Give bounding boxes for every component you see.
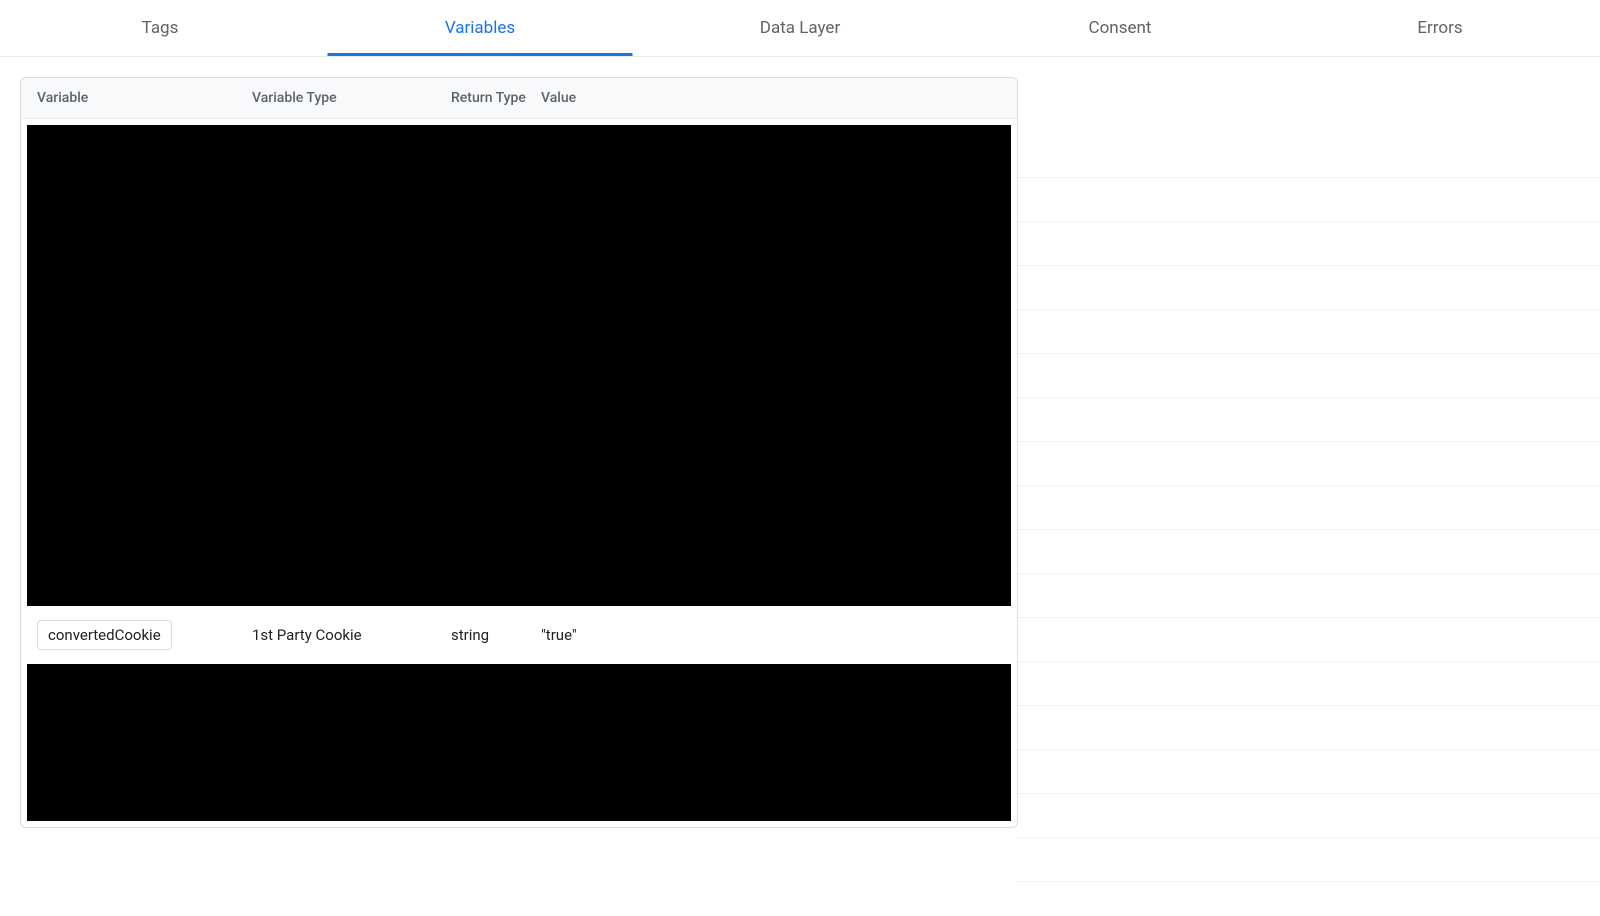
cell-variable: convertedCookie [37, 620, 252, 650]
background-row [1018, 838, 1600, 882]
table-row[interactable]: convertedCookie 1st Party Cookie string … [21, 612, 1017, 658]
redacted-content-bottom [27, 664, 1011, 821]
background-row [1018, 178, 1600, 222]
background-row [1018, 618, 1600, 662]
background-row [1018, 574, 1600, 618]
background-row [1018, 662, 1600, 706]
background-row [1018, 706, 1600, 750]
tab-errors[interactable]: Errors [1280, 0, 1600, 56]
background-rows [1018, 134, 1600, 882]
tab-variables[interactable]: Variables [320, 0, 640, 56]
variables-panel: Variable Variable Type Return Type Value… [20, 77, 1018, 828]
cell-variable-type: 1st Party Cookie [252, 626, 451, 644]
tab-tags[interactable]: Tags [0, 0, 320, 56]
cell-value: "true" [541, 626, 1001, 644]
header-return-type: Return Type [451, 90, 541, 106]
tab-data-layer[interactable]: Data Layer [640, 0, 960, 56]
background-row [1018, 530, 1600, 574]
variable-chip[interactable]: convertedCookie [37, 620, 172, 650]
header-value: Value [541, 90, 1001, 106]
cell-return-type: string [451, 626, 541, 644]
background-row [1018, 310, 1600, 354]
tab-consent[interactable]: Consent [960, 0, 1280, 56]
background-row [1018, 266, 1600, 310]
tabs-bar: Tags Variables Data Layer Consent Errors [0, 0, 1600, 57]
background-row [1018, 134, 1600, 178]
background-row [1018, 486, 1600, 530]
background-row [1018, 442, 1600, 486]
redacted-content-top [27, 125, 1011, 606]
background-row [1018, 750, 1600, 794]
table-header: Variable Variable Type Return Type Value [21, 78, 1017, 119]
background-row [1018, 222, 1600, 266]
background-row [1018, 794, 1600, 838]
header-variable: Variable [37, 90, 252, 106]
header-variable-type: Variable Type [252, 90, 451, 106]
content-area: Variable Variable Type Return Type Value… [0, 57, 1600, 828]
background-row [1018, 354, 1600, 398]
background-row [1018, 398, 1600, 442]
